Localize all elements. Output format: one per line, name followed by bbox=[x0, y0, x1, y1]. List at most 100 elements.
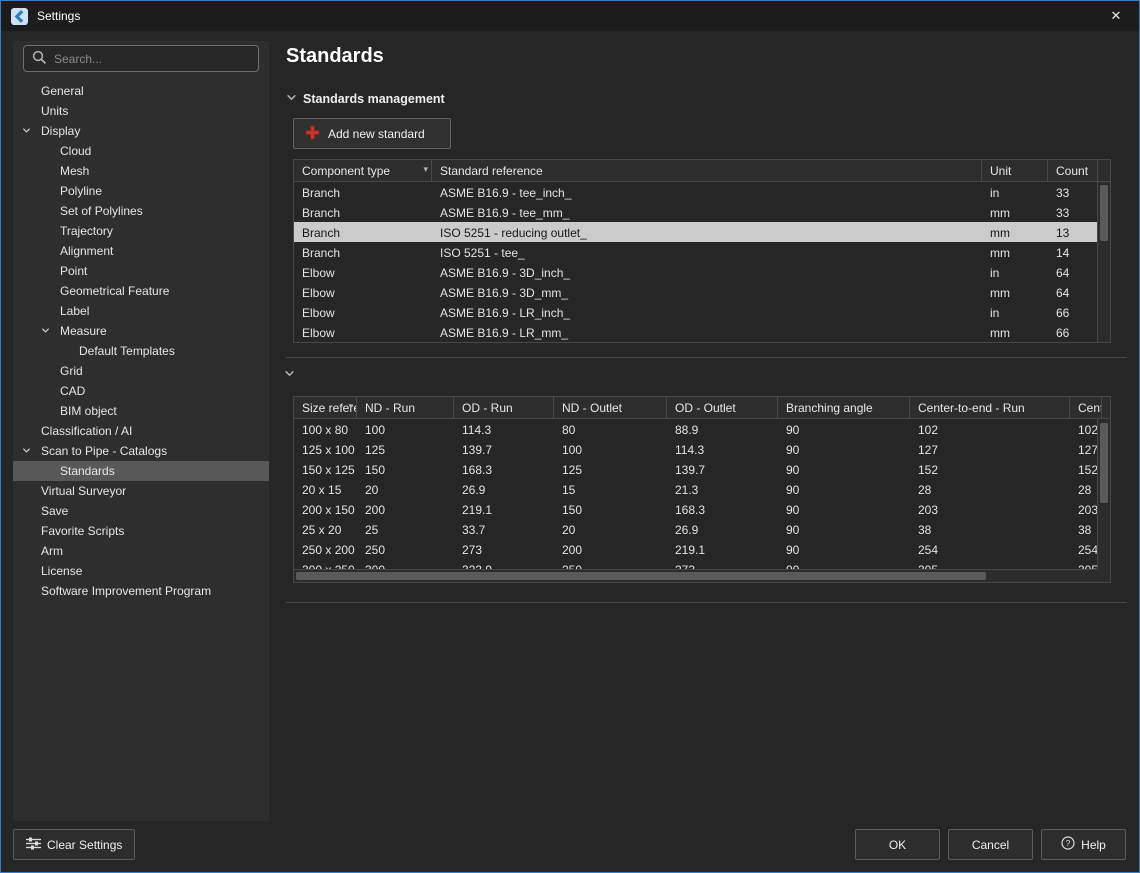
sidebar-item-cad[interactable]: CAD bbox=[13, 381, 269, 401]
column-header-od-run[interactable]: OD - Run bbox=[454, 397, 554, 418]
collapse-details-icon[interactable] bbox=[284, 368, 296, 380]
table-row[interactable]: 250 x 200250273200219.190254254 bbox=[294, 539, 1110, 559]
table-row[interactable]: 125 x 100125139.7100114.390127127 bbox=[294, 439, 1110, 459]
table-row[interactable]: ElbowASME B16.9 - 3D_mm_mm64 bbox=[294, 282, 1110, 302]
close-button[interactable]: ✕ bbox=[1093, 1, 1139, 31]
table-cell: 125 bbox=[357, 439, 454, 459]
help-button[interactable]: ? Help bbox=[1041, 829, 1126, 860]
scrollbar-thumb[interactable] bbox=[1100, 423, 1108, 503]
column-header-cente[interactable]: Cente bbox=[1070, 397, 1102, 418]
scrollbar-thumb[interactable] bbox=[296, 572, 986, 580]
sidebar-item-display[interactable]: Display bbox=[13, 121, 269, 141]
column-header-count[interactable]: Count bbox=[1048, 160, 1098, 181]
table-cell: 28 bbox=[910, 479, 1070, 499]
table-row[interactable]: ElbowASME B16.9 - LR_mm_mm66 bbox=[294, 322, 1110, 342]
details-table-horizontal-scrollbar[interactable] bbox=[294, 569, 1097, 582]
sidebar-item-label: Set of Polylines bbox=[60, 204, 143, 218]
page-title: Standards bbox=[286, 45, 384, 68]
column-header-branching-angle[interactable]: Branching angle bbox=[778, 397, 910, 418]
sidebar-item-mesh[interactable]: Mesh bbox=[13, 161, 269, 181]
table-row[interactable]: ElbowASME B16.9 - LR_inch_in66 bbox=[294, 302, 1110, 322]
table-cell: 38 bbox=[910, 519, 1070, 539]
table-cell: Elbow bbox=[294, 302, 432, 322]
sidebar-item-alignment[interactable]: Alignment bbox=[13, 241, 269, 261]
table-cell: 20 bbox=[554, 519, 667, 539]
search-input[interactable] bbox=[54, 52, 250, 66]
table-body: 100 x 80100114.38088.990102102125 x 1001… bbox=[294, 419, 1110, 571]
column-header-od-outlet[interactable]: OD - Outlet bbox=[667, 397, 778, 418]
sidebar-item-label: Measure bbox=[60, 324, 107, 338]
table-cell: in bbox=[982, 182, 1048, 202]
sidebar-item-polyline[interactable]: Polyline bbox=[13, 181, 269, 201]
table-cell: 25 bbox=[357, 519, 454, 539]
sidebar-item-cloud[interactable]: Cloud bbox=[13, 141, 269, 161]
table-cell: mm bbox=[982, 202, 1048, 222]
sidebar-item-virtual-surveyor[interactable]: Virtual Surveyor bbox=[13, 481, 269, 501]
column-header-nd-outlet[interactable]: ND - Outlet bbox=[554, 397, 667, 418]
chevron-down-icon[interactable] bbox=[22, 126, 32, 136]
cancel-label: Cancel bbox=[972, 838, 1009, 852]
table-cell: mm bbox=[982, 242, 1048, 262]
table-row[interactable]: 200 x 150200219.1150168.390203203 bbox=[294, 499, 1110, 519]
table-row[interactable]: BranchISO 5251 - tee_mm14 bbox=[294, 242, 1110, 262]
sidebar-item-set-of-polylines[interactable]: Set of Polylines bbox=[13, 201, 269, 221]
sidebar-item-label[interactable]: Label bbox=[13, 301, 269, 321]
sidebar-item-arm[interactable]: Arm bbox=[13, 541, 269, 561]
sidebar-item-classification-ai[interactable]: Classification / AI bbox=[13, 421, 269, 441]
table-row[interactable]: BranchASME B16.9 - tee_mm_mm33 bbox=[294, 202, 1110, 222]
table-row[interactable]: ElbowASME B16.9 - 3D_inch_in64 bbox=[294, 262, 1110, 282]
column-header-size-refere[interactable]: Size refere▾ bbox=[294, 397, 357, 418]
ok-button[interactable]: OK bbox=[855, 829, 940, 860]
table-cell: 200 x 150 bbox=[294, 499, 357, 519]
standards-table-vertical-scrollbar[interactable] bbox=[1097, 182, 1110, 342]
chevron-down-icon[interactable] bbox=[286, 92, 297, 106]
table-row[interactable]: BranchASME B16.9 - tee_inch_in33 bbox=[294, 182, 1110, 202]
table-cell: 13 bbox=[1048, 222, 1098, 242]
table-cell: in bbox=[982, 262, 1048, 282]
section-standards-management[interactable]: Standards management bbox=[286, 92, 445, 106]
sidebar-item-software-improvement-program[interactable]: Software Improvement Program bbox=[13, 581, 269, 601]
sidebar-item-measure[interactable]: Measure bbox=[13, 321, 269, 341]
details-table-vertical-scrollbar[interactable] bbox=[1097, 419, 1110, 569]
table-cell: mm bbox=[982, 222, 1048, 242]
table-row[interactable]: 25 x 202533.72026.9903838 bbox=[294, 519, 1110, 539]
footer-buttons: OK Cancel ? Help bbox=[855, 829, 1126, 860]
table-cell: 219.1 bbox=[667, 539, 778, 559]
standards-table: Component type▾Standard referenceUnitCou… bbox=[293, 159, 1111, 343]
scrollbar-thumb[interactable] bbox=[1100, 185, 1108, 241]
column-header-unit[interactable]: Unit bbox=[982, 160, 1048, 181]
sidebar-item-trajectory[interactable]: Trajectory bbox=[13, 221, 269, 241]
sidebar-item-save[interactable]: Save bbox=[13, 501, 269, 521]
table-cell: 33.7 bbox=[454, 519, 554, 539]
table-row[interactable]: BranchISO 5251 - reducing outlet_mm13 bbox=[294, 222, 1110, 242]
sidebar-item-standards[interactable]: Standards bbox=[13, 461, 269, 481]
sidebar-item-units[interactable]: Units bbox=[13, 101, 269, 121]
table-cell: 26.9 bbox=[454, 479, 554, 499]
ok-label: OK bbox=[889, 838, 906, 852]
table-cell: Branch bbox=[294, 222, 432, 242]
column-header-component-type[interactable]: Component type▾ bbox=[294, 160, 432, 181]
table-row[interactable]: 100 x 80100114.38088.990102102 bbox=[294, 419, 1110, 439]
sidebar: GeneralUnitsDisplayCloudMeshPolyline Set … bbox=[13, 41, 269, 821]
cancel-button[interactable]: Cancel bbox=[948, 829, 1033, 860]
sidebar-item-point[interactable]: Point bbox=[13, 261, 269, 281]
sidebar-item-grid[interactable]: Grid bbox=[13, 361, 269, 381]
sidebar-item-scan-to-pipe-catalogs[interactable]: Scan to Pipe - Catalogs bbox=[13, 441, 269, 461]
table-row[interactable]: 150 x 125150168.3125139.790152152 bbox=[294, 459, 1110, 479]
column-header-standard-reference[interactable]: Standard reference bbox=[432, 160, 982, 181]
sidebar-item-license[interactable]: License bbox=[13, 561, 269, 581]
column-header-center-to-end-run[interactable]: Center-to-end - Run bbox=[910, 397, 1070, 418]
table-row[interactable]: 20 x 152026.91521.3902828 bbox=[294, 479, 1110, 499]
add-new-standard-button[interactable]: Add new standard bbox=[293, 118, 451, 149]
column-header-label: Branching angle bbox=[786, 401, 873, 415]
sidebar-item-favorite-scripts[interactable]: Favorite Scripts bbox=[13, 521, 269, 541]
chevron-down-icon[interactable] bbox=[41, 326, 51, 336]
sidebar-item-geometrical-feature[interactable]: Geometrical Feature bbox=[13, 281, 269, 301]
clear-settings-button[interactable]: Clear Settings bbox=[13, 829, 135, 860]
sidebar-item-default-templates[interactable]: Default Templates bbox=[13, 341, 269, 361]
column-header-nd-run[interactable]: ND - Run bbox=[357, 397, 454, 418]
sidebar-item-general[interactable]: General bbox=[13, 81, 269, 101]
chevron-down-icon[interactable] bbox=[22, 446, 32, 456]
sidebar-item-bim-object[interactable]: BIM object bbox=[13, 401, 269, 421]
table-cell: 90 bbox=[778, 439, 910, 459]
